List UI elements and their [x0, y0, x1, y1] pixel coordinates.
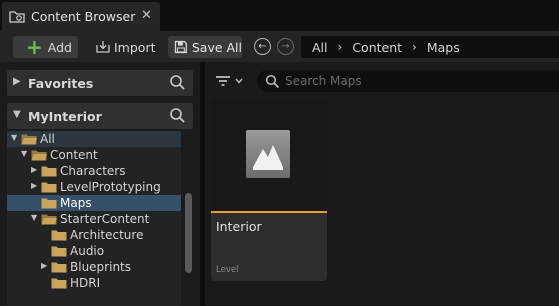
folder-open-icon: [31, 150, 47, 161]
folder-open-icon: [21, 134, 37, 145]
tree-item-label: All: [40, 132, 55, 146]
folder-open-icon: [41, 214, 57, 225]
chevron-right-icon[interactable]: ›: [412, 40, 417, 54]
project-label: MyInterior: [28, 109, 102, 124]
tree-item-label: Audio: [70, 244, 105, 258]
tree-item-label: Blueprints: [70, 260, 132, 274]
tree-item-audio[interactable]: Audio: [7, 243, 181, 259]
folder-icon: [51, 246, 67, 257]
asset-name: Interior: [216, 219, 262, 234]
save-all-button[interactable]: Save All: [168, 36, 242, 58]
save-all-button-label: Save All: [191, 39, 242, 55]
tree-item-label: Characters: [60, 164, 126, 178]
tree-item-all[interactable]: ▼ All: [7, 131, 181, 147]
tree-scrollbar[interactable]: [185, 193, 192, 273]
tree-item-startercontent[interactable]: ▼ StarterContent: [7, 211, 181, 227]
breadcrumb-item-content[interactable]: Content: [352, 40, 402, 55]
back-arrow-icon[interactable]: ←: [254, 38, 271, 55]
folder-icon: [51, 262, 67, 273]
tree-item-label: Architecture: [70, 228, 144, 242]
sources-panel: ▶ Favorites ▼ MyInterior ▼ All ▼ Content ▶ Ch…: [0, 62, 200, 306]
tree-item-characters[interactable]: ▶ Characters: [7, 163, 181, 179]
folder-icon: [51, 230, 67, 241]
save-icon: [174, 40, 188, 54]
tree-item-label: HDRI: [70, 276, 101, 290]
favorites-label: Favorites: [28, 76, 94, 91]
search-icon[interactable]: [169, 107, 186, 124]
chevron-right-icon[interactable]: ▶: [13, 76, 21, 87]
chevron-right-icon[interactable]: ›: [338, 40, 343, 54]
tree-item-maps[interactable]: Maps: [7, 195, 181, 211]
content-browser-icon: [9, 11, 25, 23]
tree-item-levelprototyping[interactable]: ▶ LevelPrototyping: [7, 179, 181, 195]
asset-view: Interior Level: [205, 62, 559, 306]
search-icon[interactable]: [169, 74, 186, 91]
tab-strip: Content Browser ✕: [0, 0, 559, 31]
add-button-label: Add: [47, 39, 72, 55]
tree-item-label: LevelPrototyping: [60, 180, 161, 194]
import-button[interactable]: Import: [95, 36, 159, 58]
import-button-label: Import: [114, 39, 156, 55]
favorites-header[interactable]: ▶ Favorites: [7, 70, 193, 96]
add-button[interactable]: + Add: [13, 36, 78, 58]
search-icon: [265, 74, 280, 89]
tree-item-label: Maps: [60, 196, 92, 210]
breadcrumb-item-all[interactable]: All: [312, 40, 328, 55]
search-input[interactable]: [285, 72, 545, 90]
folder-icon: [51, 278, 67, 289]
chevron-right-icon[interactable]: ▶: [41, 261, 47, 270]
tree-item-hdri[interactable]: HDRI: [7, 275, 181, 291]
chevron-down-icon[interactable]: ▼: [21, 149, 27, 158]
tab-content-browser[interactable]: Content Browser ✕: [2, 2, 160, 31]
import-icon: [96, 41, 110, 53]
chevron-right-icon[interactable]: ▶: [31, 165, 37, 174]
tab-title: Content Browser: [31, 9, 136, 24]
tree-item-label: Content: [50, 148, 98, 162]
close-icon[interactable]: ✕: [141, 8, 152, 23]
chevron-down-icon: [235, 78, 243, 84]
filter-icon: [216, 76, 230, 86]
asset-thumbnail: [211, 99, 327, 211]
tree-item-label: StarterContent: [60, 212, 150, 226]
chevron-down-icon[interactable]: ▼: [11, 133, 17, 142]
folder-icon: [41, 166, 57, 177]
forward-arrow-icon[interactable]: →: [277, 38, 294, 55]
folder-icon: [41, 182, 57, 193]
level-icon: [246, 130, 290, 178]
breadcrumb: All › Content › Maps: [301, 36, 559, 58]
asset-type-accent: [211, 211, 327, 213]
tree-item-blueprints[interactable]: ▶ Blueprints: [7, 259, 181, 275]
plus-icon: +: [26, 35, 43, 59]
tree-item-architecture[interactable]: Architecture: [7, 227, 181, 243]
tree-item-content[interactable]: ▼ Content: [7, 147, 181, 163]
asset-tile[interactable]: Interior Level: [211, 99, 327, 281]
asset-type: Level: [216, 265, 239, 275]
folder-icon: [41, 198, 57, 209]
chevron-down-icon[interactable]: ▼: [31, 213, 37, 222]
chevron-down-icon[interactable]: ▼: [13, 109, 21, 120]
chevron-right-icon[interactable]: ▶: [31, 181, 37, 190]
breadcrumb-item-maps[interactable]: Maps: [427, 40, 460, 55]
asset-search: [257, 70, 559, 92]
folder-tree: ▼ All ▼ Content ▶ Characters ▶ LevelPrototyping…: [7, 131, 181, 306]
filter-button[interactable]: [215, 70, 251, 92]
toolbar: + Add Import Save All ← → All › Content …: [0, 31, 559, 62]
project-header[interactable]: ▼ MyInterior: [7, 103, 193, 129]
